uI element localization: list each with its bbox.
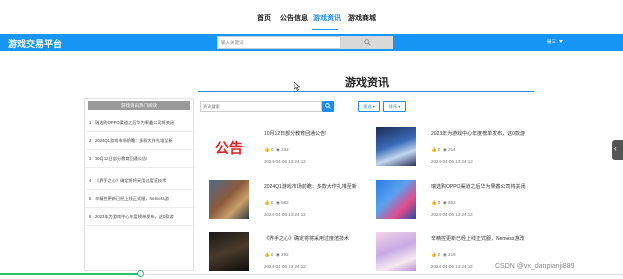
news-card[interactable]: 辛精控更新已经上线正式服，Nemess游改 👍 0 ◉ 216 2024-04-… (376, 232, 536, 277)
sidebar-item-label: 10月12日部分教育回通公告! (95, 156, 148, 161)
news-thumbnail (376, 127, 416, 166)
news-stats: 👍 0 ◉ 582 (264, 200, 289, 205)
news-title: 辛精控更新已经上线正式服，Nemess游改 (431, 236, 525, 242)
news-card[interactable]: 瑞选购OPPO渠道之后华为果鑫公司将关闭 👍 0 ◉ 852 2024-04-0… (376, 180, 536, 225)
nav-game-news[interactable]: 游戏资讯 (313, 13, 341, 23)
mouse-cursor-icon (294, 82, 300, 91)
title-divider (198, 91, 534, 92)
news-stats: 👍 0 ◉ 332 (264, 147, 289, 152)
news-title: 2024Q1游戏市场前瞻：多款大作扎堆至新 (264, 184, 357, 190)
filter-label: 筛选 (363, 104, 372, 109)
news-date: 2024-04-06 13:24:12 (264, 159, 306, 164)
top-nav: 首页 公告信息 游戏资讯 游戏商城 (0, 0, 623, 34)
watermark: CSDN @vx_danpianji889 (495, 263, 575, 270)
page-title: 游戏资讯 (345, 77, 389, 89)
nav-game-store[interactable]: 游戏商城 (348, 13, 376, 23)
sidebar-item-label: 2024Q1游戏市场前瞻：多款大作扎堆至新 (95, 138, 173, 143)
sidebar-title: 游戏资讯热门阅读 (88, 101, 190, 110)
search-icon (364, 39, 371, 46)
sidebar-item[interactable]: 3 10月12日部分教育回通公告! (85, 150, 193, 168)
news-date: 2024-04-06 13:24:12 (264, 212, 306, 217)
news-card[interactable]: 《界手之心》确定将将采用过度渲技术 👍 0 ◉ 292 2024-04-06 1… (209, 232, 369, 277)
search-button[interactable] (341, 36, 393, 49)
news-thumbnail: 公告 (209, 127, 249, 166)
sort-label: 排序 (388, 104, 398, 109)
site-logo[interactable]: 游戏交易平台 (8, 37, 62, 50)
progress-handle[interactable] (137, 270, 145, 277)
sidebar-item-label: 瑞选购OPPO渠道之后华为果鑫公司将关闭 (95, 120, 175, 125)
sidebar-item-number: 5 (89, 196, 92, 201)
news-card[interactable]: 2023年为游戏中心年度榜单发布，这0款游 👍 0 ◉ 214 2024-04-… (376, 127, 536, 172)
sidebar-item-number: 3 (89, 156, 92, 161)
nav-announcements[interactable]: 公告信息 (280, 13, 308, 23)
news-thumbnail (376, 232, 416, 271)
search-input[interactable]: 输入关键词 (217, 36, 341, 49)
news-stats: 👍 0 ◉ 214 (431, 147, 456, 152)
sidebar-item[interactable]: 5 辛精控更新已经上线正式服，Nemess游 (85, 190, 193, 208)
news-search-input[interactable]: 资讯搜索 (200, 101, 322, 112)
sidebar-item-label: 辛精控更新已经上线正式服，Nemess游 (95, 196, 169, 201)
sidebar-item[interactable]: 4 《界手之心》确定将将采用过度渲技术 (85, 172, 193, 190)
header-bar: 游戏交易平台 输入关键词 展三 (0, 34, 623, 51)
chevron-left-icon: ‹ (614, 144, 617, 153)
news-search-button[interactable] (322, 101, 334, 112)
news-title: 瑞选购OPPO渠道之后华为果鑫公司将关闭 (431, 184, 526, 190)
news-card[interactable]: 2024Q1游戏市场前瞻：多款大作扎堆至新 👍 0 ◉ 582 2024-04-… (209, 180, 369, 225)
hot-reading-sidebar: 游戏资讯热门阅读 1 瑞选购OPPO渠道之后华为果鑫公司将关闭 2 2024Q1… (84, 98, 194, 271)
news-date: 2024-04-06 13:24:12 (431, 264, 473, 269)
svg-text:公告: 公告 (215, 140, 243, 157)
sidebar-item-label: 2023年为游戏中心年度榜单发布，这0款游 (95, 214, 174, 219)
nav-active-indicator (312, 29, 338, 30)
news-date: 2024-04-06 13:24:12 (431, 159, 473, 164)
sidebar-item-number: 1 (89, 120, 92, 125)
search-icon (325, 103, 331, 109)
sort-dropdown-button[interactable]: 排序 ▾ (383, 101, 406, 112)
chevron-down-icon (559, 40, 563, 43)
news-stats: 👍 0 ◉ 292 (264, 252, 289, 257)
sidebar-item[interactable]: 6 2023年为游戏中心年度榜单发布，这0款游 (85, 208, 193, 226)
sidebar-item[interactable]: 2 2024Q1游戏市场前瞻：多款大作扎堆至新 (85, 132, 193, 150)
progress-fill (0, 273, 141, 275)
news-thumbnail (209, 180, 249, 219)
sidebar-item-number: 2 (89, 138, 92, 143)
news-thumbnail (209, 232, 249, 271)
side-collapse-handle[interactable]: ‹ (612, 140, 623, 160)
sidebar-item-number: 6 (89, 214, 92, 219)
news-title: 《界手之心》确定将将采用过度渲技术 (264, 236, 350, 242)
news-date: 2024-04-06 13:24:12 (264, 264, 306, 269)
news-title: 2023年为游戏中心年度榜单发布，这0款游 (431, 131, 525, 137)
news-stats: 👍 0 ◉ 852 (431, 200, 456, 205)
sidebar-item[interactable]: 1 瑞选购OPPO渠道之后华为果鑫公司将关闭 (85, 114, 193, 132)
sidebar-item-number: 4 (89, 178, 92, 183)
user-name: 展三 (547, 39, 556, 44)
news-card[interactable]: 公告 10月12日部分教育回通公告! 👍 0 ◉ 332 2024-04-06 … (209, 127, 369, 172)
nav-home[interactable]: 首页 (257, 13, 271, 23)
news-date: 2024-04-06 13:24:12 (431, 212, 473, 217)
filter-dropdown-button[interactable]: 筛选 ▾ (358, 101, 380, 112)
news-stats: 👍 0 ◉ 216 (431, 252, 456, 257)
user-menu[interactable]: 展三 (547, 39, 563, 45)
sidebar-item-label: 《界手之心》确定将将采用过度渲技术 (95, 178, 167, 183)
news-thumbnail (376, 180, 416, 219)
news-title: 10月12日部分教育回通公告! (264, 131, 327, 137)
